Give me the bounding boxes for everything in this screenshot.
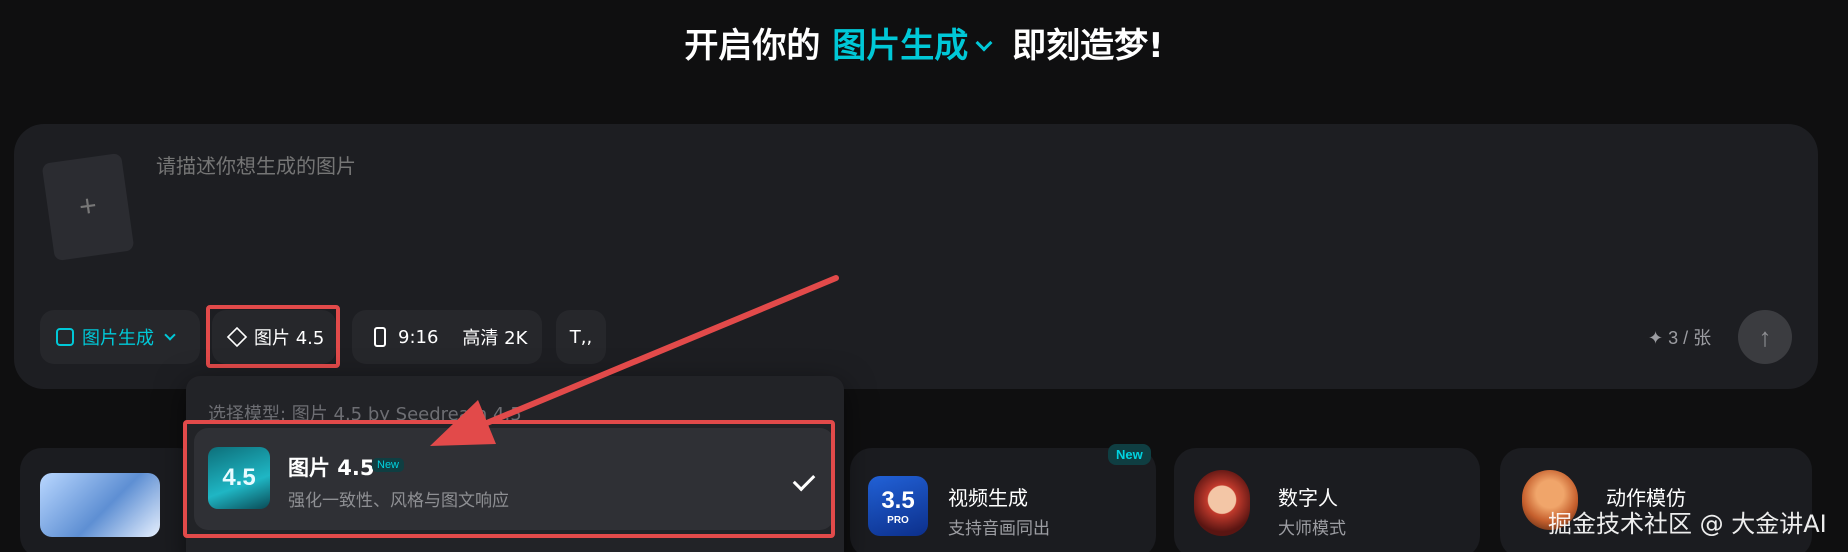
watermark-text: 掘金技术社区 @ 大金讲AI — [1548, 510, 1827, 538]
annotation-arrow — [430, 275, 839, 446]
